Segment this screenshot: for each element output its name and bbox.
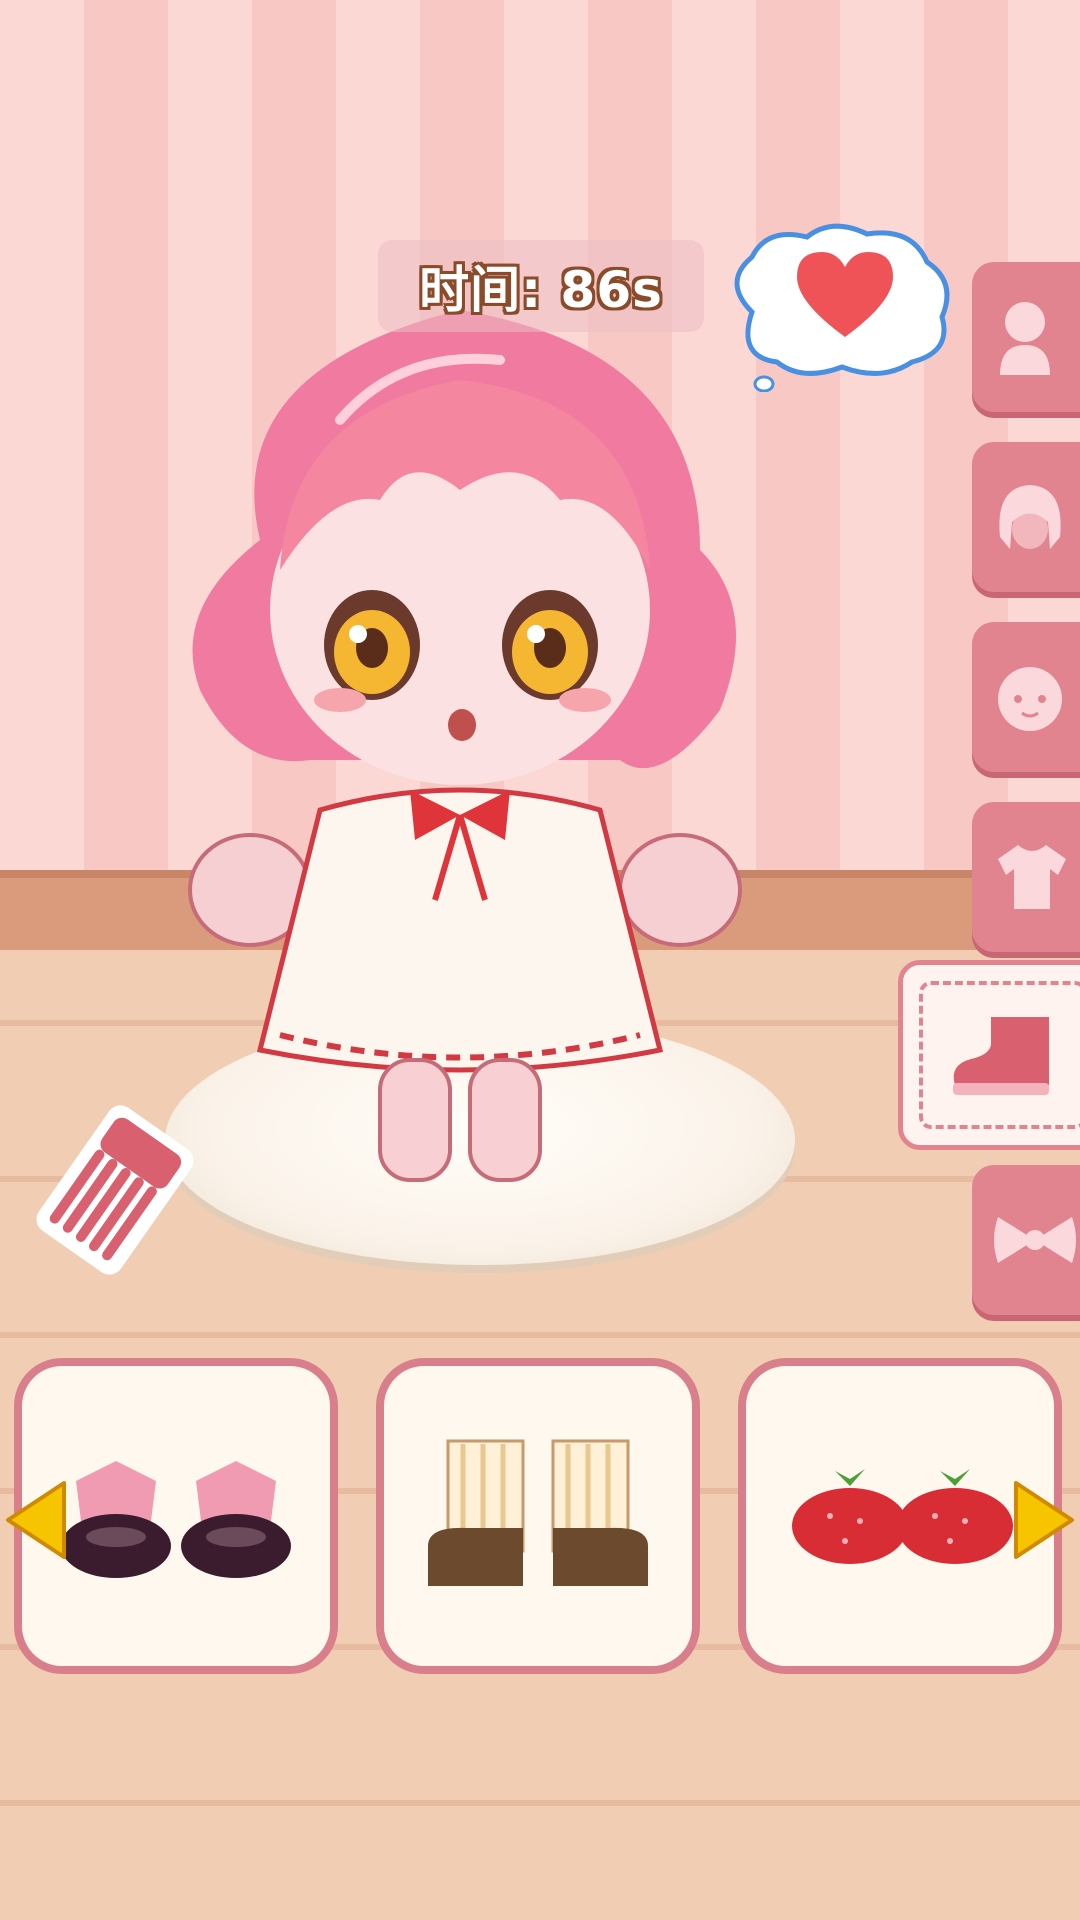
hair-icon [999, 485, 1061, 549]
category-clothes-button[interactable] [972, 802, 1080, 952]
comb-tool[interactable] [30, 1095, 200, 1285]
face-icon [998, 667, 1062, 731]
striped-sock-sandals-icon [428, 1439, 648, 1586]
game-scene: 时间: 86s [0, 0, 1080, 1920]
body-icon [1000, 302, 1050, 375]
category-hair-button[interactable] [972, 442, 1080, 592]
doll-character[interactable] [140, 290, 800, 1190]
thought-bubble [734, 223, 950, 392]
category-shoes-button[interactable] [898, 960, 1080, 1150]
category-face-button[interactable] [972, 622, 1080, 772]
previous-arrow-button[interactable] [0, 1475, 70, 1565]
shirt-icon [998, 845, 1066, 909]
shoe-icon [953, 1017, 1049, 1095]
item-slot-2[interactable] [376, 1358, 700, 1674]
next-arrow-button[interactable] [1010, 1475, 1080, 1565]
timer-display: 时间: 86s [378, 240, 704, 332]
category-body-button[interactable] [972, 262, 1080, 412]
category-accessory-button[interactable] [972, 1165, 1080, 1315]
pink-bow-slippers-icon [61, 1461, 291, 1578]
bow-icon [994, 1217, 1076, 1263]
strawberry-shoes-icon [792, 1469, 1013, 1564]
